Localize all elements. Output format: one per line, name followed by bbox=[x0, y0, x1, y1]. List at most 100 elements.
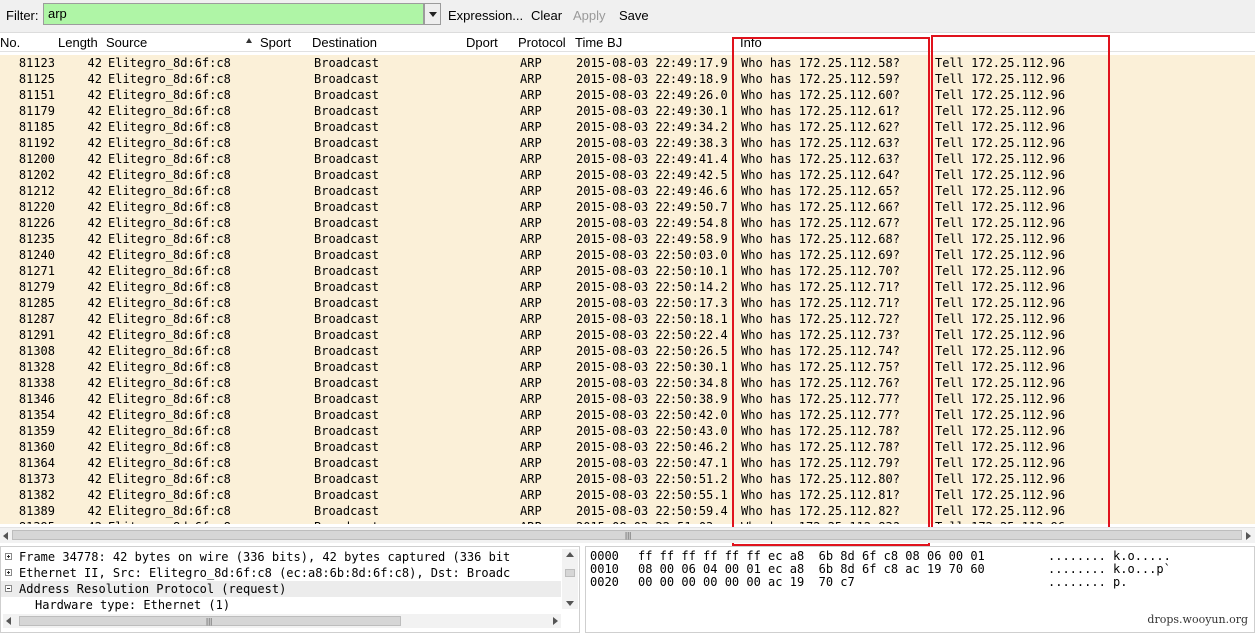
save-button[interactable]: Save bbox=[619, 8, 649, 23]
table-row[interactable]: 81151 42 Elitegro_8d:6f:c8 Broadcast ARP 2015… bbox=[0, 87, 1255, 103]
cell-time: 2015-08-03 22:49:42.5 bbox=[576, 168, 728, 182]
table-row[interactable]: 81338 42 Elitegro_8d:6f:c8 Broadcast ARP 2015… bbox=[0, 375, 1255, 391]
column-header-time[interactable]: Time BJ bbox=[575, 35, 622, 50]
cell-src: Elitegro_8d:6f:c8 bbox=[108, 152, 231, 166]
table-row[interactable]: 81240 42 Elitegro_8d:6f:c8 Broadcast ARP 2015… bbox=[0, 247, 1255, 263]
table-row[interactable]: 81328 42 Elitegro_8d:6f:c8 Broadcast ARP 2015… bbox=[0, 359, 1255, 375]
column-header-protocol[interactable]: Protocol bbox=[518, 35, 566, 50]
cell-who: Who has 172.25.112.72? bbox=[741, 312, 900, 326]
table-row[interactable]: 81308 42 Elitegro_8d:6f:c8 Broadcast ARP 2015… bbox=[0, 343, 1255, 359]
cell-tell: Tell 172.25.112.96 bbox=[935, 472, 1066, 486]
watermark: drops.wooyun.org bbox=[1147, 613, 1248, 626]
cell-time: 2015-08-03 22:50:10.1 bbox=[576, 264, 728, 278]
grip-icon: ||| bbox=[206, 617, 213, 626]
table-row[interactable]: 81364 42 Elitegro_8d:6f:c8 Broadcast ARP 2015… bbox=[0, 455, 1255, 471]
cell-time: 2015-08-03 22:50:03.0 bbox=[576, 248, 728, 262]
table-row[interactable]: 81359 42 Elitegro_8d:6f:c8 Broadcast ARP 2015… bbox=[0, 423, 1255, 439]
column-header-no[interactable]: No. bbox=[0, 35, 20, 50]
cell-no: 81338 bbox=[18, 376, 55, 390]
scroll-up-icon[interactable] bbox=[566, 552, 574, 557]
tree-item[interactable]: Hardware type: Ethernet (1) bbox=[1, 597, 561, 613]
cell-dst: Broadcast bbox=[314, 248, 380, 262]
scroll-right-icon[interactable] bbox=[553, 617, 558, 625]
cell-dst: Broadcast bbox=[314, 472, 380, 486]
cell-src: Elitegro_8d:6f:c8 bbox=[108, 168, 231, 182]
tree-item[interactable]: Ethernet II, Src: Elitegro_8d:6f:c8 (ec:… bbox=[1, 565, 561, 581]
table-row[interactable]: 81291 42 Elitegro_8d:6f:c8 Broadcast ARP 2015… bbox=[0, 327, 1255, 343]
scrollbar-thumb[interactable]: ||| bbox=[19, 616, 401, 626]
table-row[interactable]: 81123 42 Elitegro_8d:6f:c8 Broadcast ARP 2015… bbox=[0, 55, 1255, 71]
table-row[interactable]: 81395 42 Elitegro_8d:6f:c8 Broadcast ARP2015… bbox=[0, 519, 1255, 524]
table-row[interactable]: 81360 42 Elitegro_8d:6f:c8 Broadcast ARP 2015… bbox=[0, 439, 1255, 455]
column-header-dport[interactable]: Dport bbox=[466, 35, 498, 50]
cell-no: 81328 bbox=[18, 360, 55, 374]
table-row[interactable]: 81235 42 Elitegro_8d:6f:c8 Broadcast ARP 2015… bbox=[0, 231, 1255, 247]
cell-tell: Tell 172.25.112.96 bbox=[935, 120, 1066, 134]
cell-tell: Tell 172.25.112.96 bbox=[935, 264, 1066, 278]
scroll-down-icon[interactable] bbox=[566, 601, 574, 606]
collapse-minus-icon[interactable] bbox=[5, 585, 12, 592]
packet-bytes-pane[interactable]: drops.wooyun.org 0000 ff ff ff ff ff ff e… bbox=[585, 546, 1255, 633]
apply-button[interactable]: Apply bbox=[573, 8, 606, 23]
table-row[interactable]: 81287 42 Elitegro_8d:6f:c8 Broadcast ARP 2015… bbox=[0, 311, 1255, 327]
column-header-length[interactable]: Length bbox=[58, 35, 98, 50]
filter-input[interactable]: arp bbox=[43, 3, 424, 25]
column-header-info[interactable]: Info bbox=[740, 35, 762, 50]
expression-button[interactable]: Expression... bbox=[448, 8, 523, 23]
scrollbar-thumb[interactable]: ||| bbox=[12, 530, 1242, 540]
packet-list-horizontal-scrollbar[interactable]: ||| bbox=[0, 527, 1255, 543]
cell-src: Elitegro_8d:6f:c8 bbox=[108, 328, 231, 342]
cell-no: 81235 bbox=[18, 232, 55, 246]
expand-plus-icon[interactable] bbox=[5, 569, 12, 576]
scroll-right-icon[interactable] bbox=[1246, 532, 1251, 540]
column-header-sport[interactable]: Sport bbox=[260, 35, 291, 50]
scroll-left-icon[interactable] bbox=[3, 532, 8, 540]
tree-item[interactable]: Frame 34778: 42 bytes on wire (336 bits)… bbox=[1, 549, 561, 565]
packet-details-pane[interactable]: Hardware type: Ethernet (1) Address Resol… bbox=[0, 546, 580, 633]
packet-list[interactable]: 81123 42 Elitegro_8d:6f:c8 Broadcast ARP 2015… bbox=[0, 55, 1255, 524]
cell-proto: ARP bbox=[520, 424, 542, 438]
table-row[interactable]: 81373 42 Elitegro_8d:6f:c8 Broadcast ARP 2015… bbox=[0, 471, 1255, 487]
table-row[interactable]: 81179 42 Elitegro_8d:6f:c8 Broadcast ARP 2015… bbox=[0, 103, 1255, 119]
table-row[interactable]: 81185 42 Elitegro_8d:6f:c8 Broadcast ARP 2015… bbox=[0, 119, 1255, 135]
scrollbar-thumb[interactable] bbox=[565, 569, 575, 577]
details-vertical-scrollbar[interactable] bbox=[562, 549, 578, 609]
filter-label: Filter: bbox=[6, 8, 39, 23]
cell-who: Who has 172.25.112.82? bbox=[741, 504, 900, 518]
cell-proto: ARP bbox=[520, 152, 542, 166]
table-row[interactable]: 81285 42 Elitegro_8d:6f:c8 Broadcast ARP 2015… bbox=[0, 295, 1255, 311]
cell-tell: Tell 172.25.112.96 bbox=[935, 72, 1066, 86]
scroll-left-icon[interactable] bbox=[6, 617, 11, 625]
table-row[interactable]: 81389 42 Elitegro_8d:6f:c8 Broadcast ARP 2015… bbox=[0, 503, 1255, 519]
clear-button[interactable]: Clear bbox=[531, 8, 562, 23]
table-row[interactable]: 81226 42 Elitegro_8d:6f:c8 Broadcast ARP 2015… bbox=[0, 215, 1255, 231]
table-row[interactable]: 81202 42 Elitegro_8d:6f:c8 Broadcast ARP 2015… bbox=[0, 167, 1255, 183]
table-row[interactable]: 81279 42 Elitegro_8d:6f:c8 Broadcast ARP 2015… bbox=[0, 279, 1255, 295]
tree-item[interactable]: Address Resolution Protocol (request) bbox=[1, 581, 561, 597]
table-row[interactable]: 81271 42 Elitegro_8d:6f:c8 Broadcast ARP 2015… bbox=[0, 263, 1255, 279]
cell-src: Elitegro_8d:6f:c8 bbox=[108, 56, 231, 70]
expand-plus-icon[interactable] bbox=[5, 553, 12, 560]
cell-dst: Broadcast bbox=[314, 376, 380, 390]
table-row[interactable]: 81192 42 Elitegro_8d:6f:c8 Broadcast ARP 2015… bbox=[0, 135, 1255, 151]
details-horizontal-scrollbar[interactable]: ||| bbox=[3, 614, 561, 628]
table-row[interactable]: 81354 42 Elitegro_8d:6f:c8 Broadcast ARP 2015… bbox=[0, 407, 1255, 423]
column-header-destination[interactable]: Destination bbox=[312, 35, 377, 50]
cell-tell: Tell 172.25.112.96 bbox=[935, 232, 1066, 246]
cell-no: 81192 bbox=[18, 136, 55, 150]
table-row[interactable]: 81220 42 Elitegro_8d:6f:c8 Broadcast ARP 2015… bbox=[0, 199, 1255, 215]
column-header-source[interactable]: Source bbox=[106, 35, 147, 50]
cell-src: Elitegro_8d:6f:c8 bbox=[108, 519, 258, 524]
cell-src: Elitegro_8d:6f:c8 bbox=[108, 72, 231, 86]
hex-row[interactable]: 0020 00 00 00 00 00 00 ac 19 70 c7.......… bbox=[590, 576, 1230, 589]
cell-time: 2015-08-03 22:49:38.3 bbox=[576, 136, 728, 150]
table-row[interactable]: 81212 42 Elitegro_8d:6f:c8 Broadcast ARP 2015… bbox=[0, 183, 1255, 199]
table-row[interactable]: 81125 42 Elitegro_8d:6f:c8 Broadcast ARP 2015… bbox=[0, 71, 1255, 87]
table-row[interactable]: 81200 42 Elitegro_8d:6f:c8 Broadcast ARP 2015… bbox=[0, 151, 1255, 167]
cell-who: Who has 172.25.112.70? bbox=[741, 264, 900, 278]
cell-src: Elitegro_8d:6f:c8 bbox=[108, 424, 231, 438]
table-row[interactable]: 81382 42 Elitegro_8d:6f:c8 Broadcast ARP 2015… bbox=[0, 487, 1255, 503]
cell-tell: Tell 172.25.112.96 bbox=[935, 56, 1066, 70]
filter-dropdown-button[interactable] bbox=[424, 3, 441, 25]
table-row[interactable]: 81346 42 Elitegro_8d:6f:c8 Broadcast ARP 2015… bbox=[0, 391, 1255, 407]
